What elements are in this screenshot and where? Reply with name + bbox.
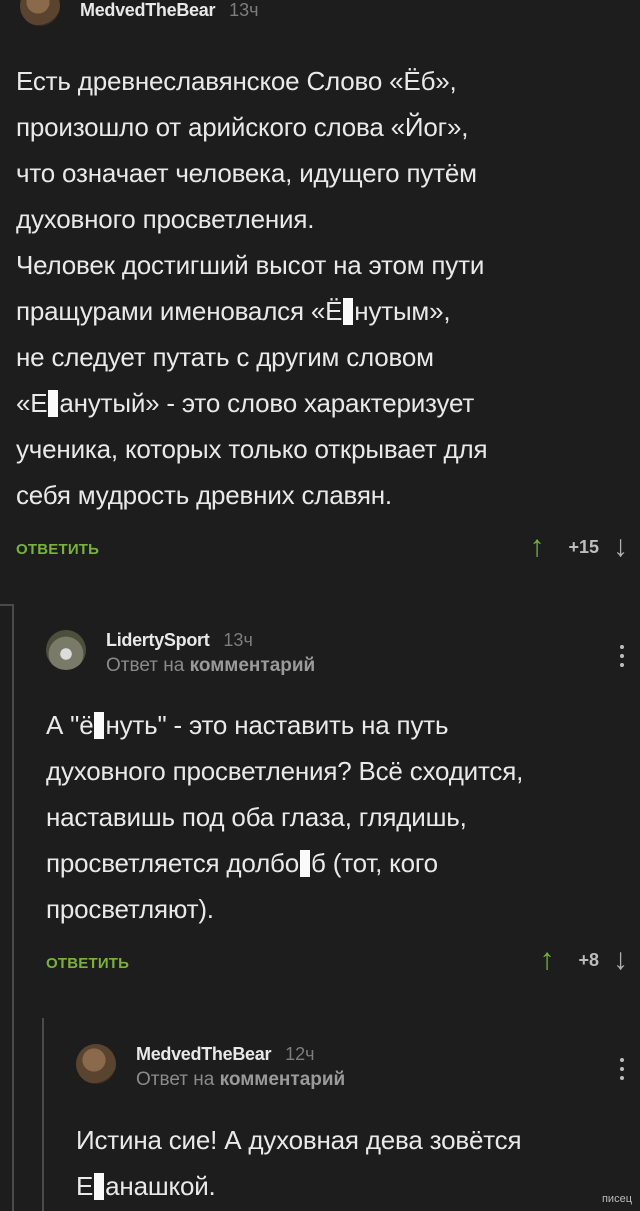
- text-line: Человек достигший высот на этом пути: [16, 250, 485, 280]
- text-line: Истина сие! А духовная дева зовётся: [76, 1125, 522, 1155]
- comment-time: 13ч: [229, 0, 259, 20]
- comment-3-header: MedvedTheBear 12ч Ответ на комментарий: [76, 1044, 345, 1091]
- more-options-icon[interactable]: [620, 645, 624, 667]
- text-line: Еанашкой.: [76, 1171, 216, 1201]
- comment-2-actions: ОТВЕТИТЬ: [46, 955, 129, 972]
- text-line: духовного просветления.: [16, 204, 315, 234]
- comment-time: 13ч: [223, 630, 253, 650]
- comment-3-text: Истина сие! А духовная дева зовётся Еанаш…: [76, 1117, 631, 1209]
- thread-line[interactable]: [12, 604, 14, 1211]
- text-line: произошло от арийского слова «Йог»,: [16, 112, 469, 142]
- arrow-up-icon[interactable]: ↑: [529, 532, 544, 562]
- comment-1-header: MedvedTheBear 13ч: [20, 0, 259, 26]
- censor-block: [94, 1173, 105, 1200]
- comment-time: 12ч: [285, 1044, 315, 1064]
- censor-block: [343, 298, 354, 325]
- thread-branch: [0, 604, 14, 606]
- arrow-down-icon[interactable]: ↓: [613, 532, 628, 562]
- vote-score: +8: [578, 949, 599, 970]
- text-line: духовного просветления? Всё сходится,: [46, 756, 524, 786]
- arrow-down-icon[interactable]: ↓: [613, 945, 628, 975]
- watermark: писец: [601, 1193, 632, 1205]
- text-line: что означает человека, идущего путём: [16, 158, 477, 188]
- thread-line[interactable]: [42, 1018, 44, 1211]
- author-name[interactable]: LidertySport: [106, 630, 210, 651]
- censor-block: [300, 850, 311, 877]
- text-line: просветляют).: [46, 894, 214, 924]
- text-line: А "ё нуть" - это наставить на путь: [46, 710, 449, 740]
- text-line: просветляется долбо б (тот, кого: [46, 848, 438, 878]
- avatar[interactable]: [46, 630, 86, 670]
- reply-to-link[interactable]: Ответ на комментарий: [106, 655, 315, 677]
- avatar[interactable]: [76, 1044, 116, 1084]
- censor-block: [48, 390, 59, 417]
- comment-2-votes: ↑ +8 ↓: [539, 945, 628, 975]
- author-name[interactable]: MedvedTheBear: [136, 1044, 271, 1065]
- comment-1-text: Есть древнеславянское Слово «Ёб», произош…: [16, 58, 626, 518]
- vote-score: +15: [568, 536, 599, 557]
- comment-2-text: А "ё нуть" - это наставить на путь духовно…: [46, 702, 626, 932]
- reply-to-link[interactable]: Ответ на комментарий: [136, 1069, 345, 1091]
- censor-block: [94, 712, 105, 739]
- text-line: не следует путать с другим словом: [16, 342, 434, 372]
- text-line: ученика, которых только открывает для: [16, 434, 488, 464]
- author-name[interactable]: MedvedTheBear: [80, 0, 215, 21]
- text-line: наставишь под оба глаза, глядишь,: [46, 802, 467, 832]
- avatar[interactable]: [20, 0, 60, 26]
- text-line: «Е анутый» - это слово характеризует: [16, 388, 475, 418]
- more-options-icon[interactable]: [620, 1058, 624, 1080]
- comment-2-header: LidertySport 13ч Ответ на комментарий: [46, 630, 315, 677]
- comment-1-actions: ОТВЕТИТЬ: [16, 541, 99, 558]
- reply-button[interactable]: ОТВЕТИТЬ: [16, 541, 99, 558]
- reply-button[interactable]: ОТВЕТИТЬ: [46, 955, 129, 972]
- text-line: Есть древнеславянское Слово «Ёб»,: [16, 66, 457, 96]
- arrow-up-icon[interactable]: ↑: [539, 945, 554, 975]
- comment-1-votes: ↑ +15 ↓: [529, 532, 628, 562]
- text-line: пращурами именовался «Ё нутым»,: [16, 296, 451, 326]
- text-line: себя мудрость древних славян.: [16, 480, 392, 510]
